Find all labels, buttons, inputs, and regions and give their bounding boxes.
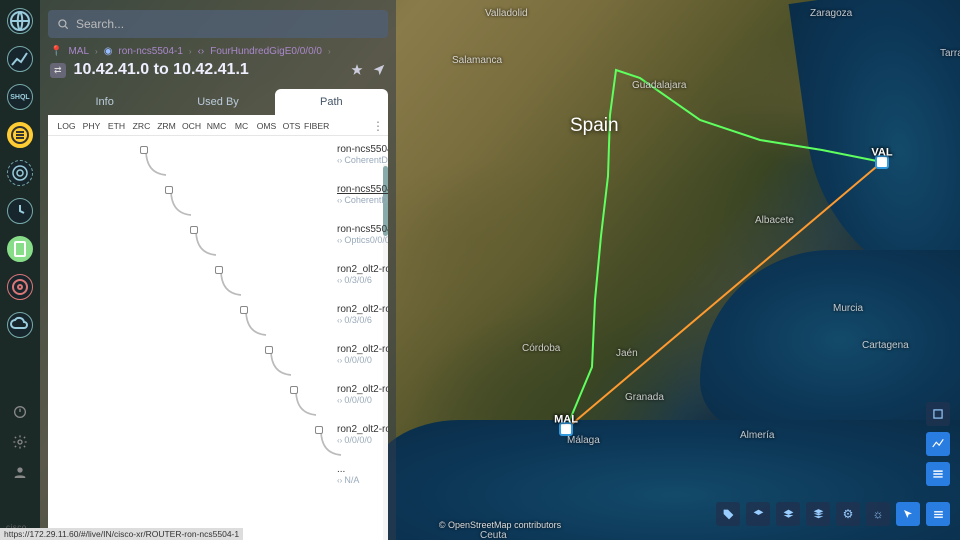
tab-info[interactable]: Info (48, 89, 161, 115)
hop-row[interactable]: ron-ncs5504-1‹›CoherentDSP0/0/0/0 (56, 144, 388, 184)
list-tool[interactable] (926, 502, 950, 526)
hop-node-icon (240, 306, 248, 314)
layer-phy[interactable]: PHY (79, 121, 104, 131)
link-badge: ⇄ (50, 63, 66, 78)
port-icon: ‹› (198, 46, 205, 57)
layers-1-tool[interactable] (746, 502, 770, 526)
hop-node-icon (140, 146, 148, 154)
map-attribution: © OpenStreetMap contributors (439, 520, 561, 530)
hop-row[interactable]: ron2_olt2-roadm‹›0/3/0/6 (56, 264, 388, 304)
hop-node-icon (290, 386, 298, 394)
rail-globe-icon[interactable] (7, 8, 33, 34)
hop-name[interactable]: ron-ncs5504-1 (337, 184, 388, 195)
crumb-leaf[interactable]: FourHundredGigE0/0/0/0 (210, 46, 322, 57)
layer-ots[interactable]: OTS (279, 121, 304, 131)
left-rail: SHQL cisco (0, 0, 40, 540)
hop-port: ‹›0/0/0/0 (337, 355, 388, 365)
layer-oms[interactable]: OMS (254, 121, 279, 131)
hop-port: ‹›Optics0/0/0/0 (337, 235, 388, 245)
tag-tool[interactable] (716, 502, 740, 526)
send-icon[interactable] (372, 63, 386, 77)
layer-och[interactable]: OCH (179, 121, 204, 131)
search-box[interactable] (48, 10, 388, 38)
crumb-site[interactable]: MAL (68, 46, 89, 57)
layer-header: LOG PHY ETH ZRC ZRM OCH NMC MC OMS OTS F… (48, 115, 388, 136)
layer-eth[interactable]: ETH (104, 121, 129, 131)
hop-name[interactable]: ron2_olt2-roadm (337, 384, 388, 395)
hop-name[interactable]: ron-ncs5504-1 (337, 144, 388, 155)
hop-node-icon (165, 186, 173, 194)
hop-port: ‹›0/0/0/0 (337, 435, 388, 445)
hop-port: ‹›0/3/0/6 (337, 275, 388, 285)
menu-tool[interactable] (926, 462, 950, 486)
map-right-tools (926, 402, 950, 486)
breadcrumb: 📍 MAL › ◉ ron-ncs5504-1 › ‹› FourHundred… (50, 46, 386, 57)
status-bar: https://172.29.11.60/#/live/IN/cisco-xr/… (0, 528, 243, 540)
hop-port: ‹›N/A (337, 475, 359, 485)
rail-chart-icon[interactable] (7, 46, 33, 72)
page-title: 10.42.41.0 to 10.42.41.1 (74, 61, 342, 79)
tabs: Info Used By Path (48, 89, 388, 115)
hop-port: ‹›0/3/0/6 (337, 315, 388, 325)
hop-name[interactable]: ron2_olt2-roadm (337, 344, 388, 355)
rail-radar-icon[interactable] (7, 160, 33, 186)
layer-nmc[interactable]: NMC (204, 121, 229, 131)
power-icon[interactable] (12, 404, 28, 420)
layer-mc[interactable]: MC (229, 121, 254, 131)
path-tree: ron-ncs5504-1‹›CoherentDSP0/0/0/0ron-ncs… (48, 136, 388, 540)
router-icon: ◉ (104, 46, 113, 57)
search-icon (56, 17, 70, 31)
hop-row[interactable]: ron-ncs5504-1‹›CoherentDSP0/0/0/0 (56, 184, 388, 224)
line-tool[interactable] (926, 432, 950, 456)
path-content: LOG PHY ETH ZRC ZRM OCH NMC MC OMS OTS F… (48, 115, 388, 540)
rail-cloud-icon[interactable] (7, 312, 33, 338)
hop-port: ‹›CoherentDSP0/0/0/0 (337, 195, 388, 205)
map-node-label: VAL (871, 146, 892, 158)
tab-usedby[interactable]: Used By (161, 89, 274, 115)
hop-name[interactable]: ron2_olt2-roadm (337, 424, 388, 435)
rail-disc-icon[interactable] (7, 122, 33, 148)
layers-3-tool[interactable] (806, 502, 830, 526)
side-panel: 📍 MAL › ◉ ron-ncs5504-1 › ‹› FourHundred… (40, 0, 396, 540)
select-tool[interactable] (926, 402, 950, 426)
search-input[interactable] (76, 17, 380, 31)
hop-row[interactable]: ron2_olt2-roadm‹›0/0/0/0 (56, 344, 388, 384)
hop-node-icon (215, 266, 223, 274)
rail-sync-icon[interactable] (7, 198, 33, 224)
crumb-node[interactable]: ron-ncs5504-1 (118, 46, 182, 57)
hop-name[interactable]: ron-ncs5504-1 (337, 224, 388, 235)
hop-row[interactable]: ron2_olt2-roadm‹›0/3/0/6 (56, 304, 388, 344)
hop-row[interactable]: ron2_olt2-roadm‹›0/0/0/0 (56, 384, 388, 424)
hop-row[interactable]: ...‹›N/A (56, 464, 388, 504)
hop-name[interactable]: ... (337, 464, 359, 475)
rail-shql-icon[interactable]: SHQL (7, 84, 33, 110)
hop-row[interactable]: ron-ncs5504-1‹›Optics0/0/0/0 (56, 224, 388, 264)
tab-path[interactable]: Path (275, 89, 388, 115)
layer-more-icon[interactable]: ⋮ (372, 119, 384, 133)
hop-port: ‹›0/0/0/0 (337, 395, 388, 405)
star-icon[interactable] (350, 63, 364, 77)
hop-node-icon (265, 346, 273, 354)
pin-icon: 📍 (50, 46, 62, 57)
layers-2-tool[interactable] (776, 502, 800, 526)
map-node-label: MAL (554, 413, 578, 425)
hop-row[interactable]: ron2_olt2-roadm‹›0/0/0/0 (56, 424, 388, 464)
map-bottom-tools: ⚙ ☼ (716, 502, 950, 526)
layer-log[interactable]: LOG (54, 121, 79, 131)
gear-icon[interactable] (12, 434, 28, 450)
layer-zrm[interactable]: ZRM (154, 121, 179, 131)
layer-zrc[interactable]: ZRC (129, 121, 154, 131)
rail-doc-icon[interactable] (7, 236, 33, 262)
rail-target-icon[interactable] (7, 274, 33, 300)
user-icon[interactable] (12, 464, 28, 480)
brightness-tool[interactable]: ☼ (866, 502, 890, 526)
pointer-tool[interactable] (896, 502, 920, 526)
layer-fiber[interactable]: FIBER (304, 121, 329, 131)
hop-port: ‹›CoherentDSP0/0/0/0 (337, 155, 388, 165)
hop-name[interactable]: ron2_olt2-roadm (337, 264, 388, 275)
hop-name[interactable]: ron2_olt2-roadm (337, 304, 388, 315)
hop-node-icon (190, 226, 198, 234)
hop-node-icon (315, 426, 323, 434)
settings-tool[interactable]: ⚙ (836, 502, 860, 526)
